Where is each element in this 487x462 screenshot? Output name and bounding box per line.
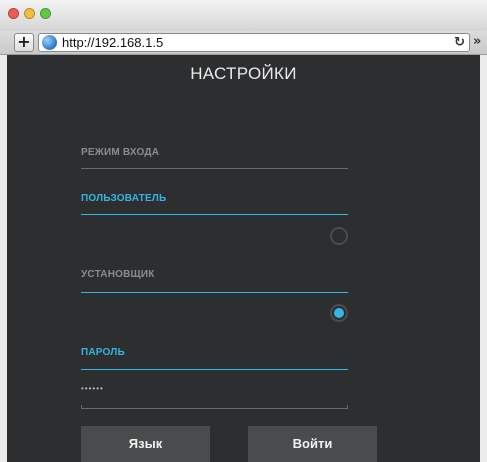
login-mode-label: РЕЖИМ ВХОДА [81, 147, 160, 158]
login-mode-divider [81, 168, 348, 169]
installer-option-underline [81, 292, 348, 293]
close-window-button[interactable] [8, 8, 19, 19]
password-field[interactable]: •••••• [81, 384, 104, 393]
settings-screen: НАСТРОЙКИ РЕЖИМ ВХОДА ПОЛЬЗОВАТЕЛЬ УСТАН… [7, 55, 480, 462]
password-label-underline [81, 369, 348, 370]
user-radio[interactable] [330, 227, 348, 245]
password-field-border [81, 405, 348, 409]
toolbar-overflow-icon[interactable]: » [473, 34, 481, 49]
language-button[interactable]: Язык [81, 426, 210, 462]
window-titlebar [0, 0, 487, 31]
address-bar[interactable]: http://192.168.1.5 ↻ [38, 33, 470, 52]
zoom-window-button[interactable] [40, 8, 51, 19]
globe-icon [42, 35, 57, 50]
installer-radio[interactable] [330, 304, 348, 322]
login-button[interactable]: Войти [248, 426, 377, 462]
password-label: ПАРОЛЬ [81, 347, 125, 358]
new-tab-button[interactable]: + [14, 33, 34, 52]
reload-icon[interactable]: ↻ [454, 34, 465, 51]
page-title: НАСТРОЙКИ [190, 64, 297, 83]
address-url[interactable]: http://192.168.1.5 [62, 35, 163, 51]
user-option-label[interactable]: ПОЛЬЗОВАТЕЛЬ [81, 193, 166, 204]
installer-option-label[interactable]: УСТАНОВЩИК [81, 269, 155, 280]
browser-toolbar: + http://192.168.1.5 ↻ [0, 31, 487, 55]
minimize-window-button[interactable] [24, 8, 35, 19]
user-option-underline [81, 214, 348, 215]
